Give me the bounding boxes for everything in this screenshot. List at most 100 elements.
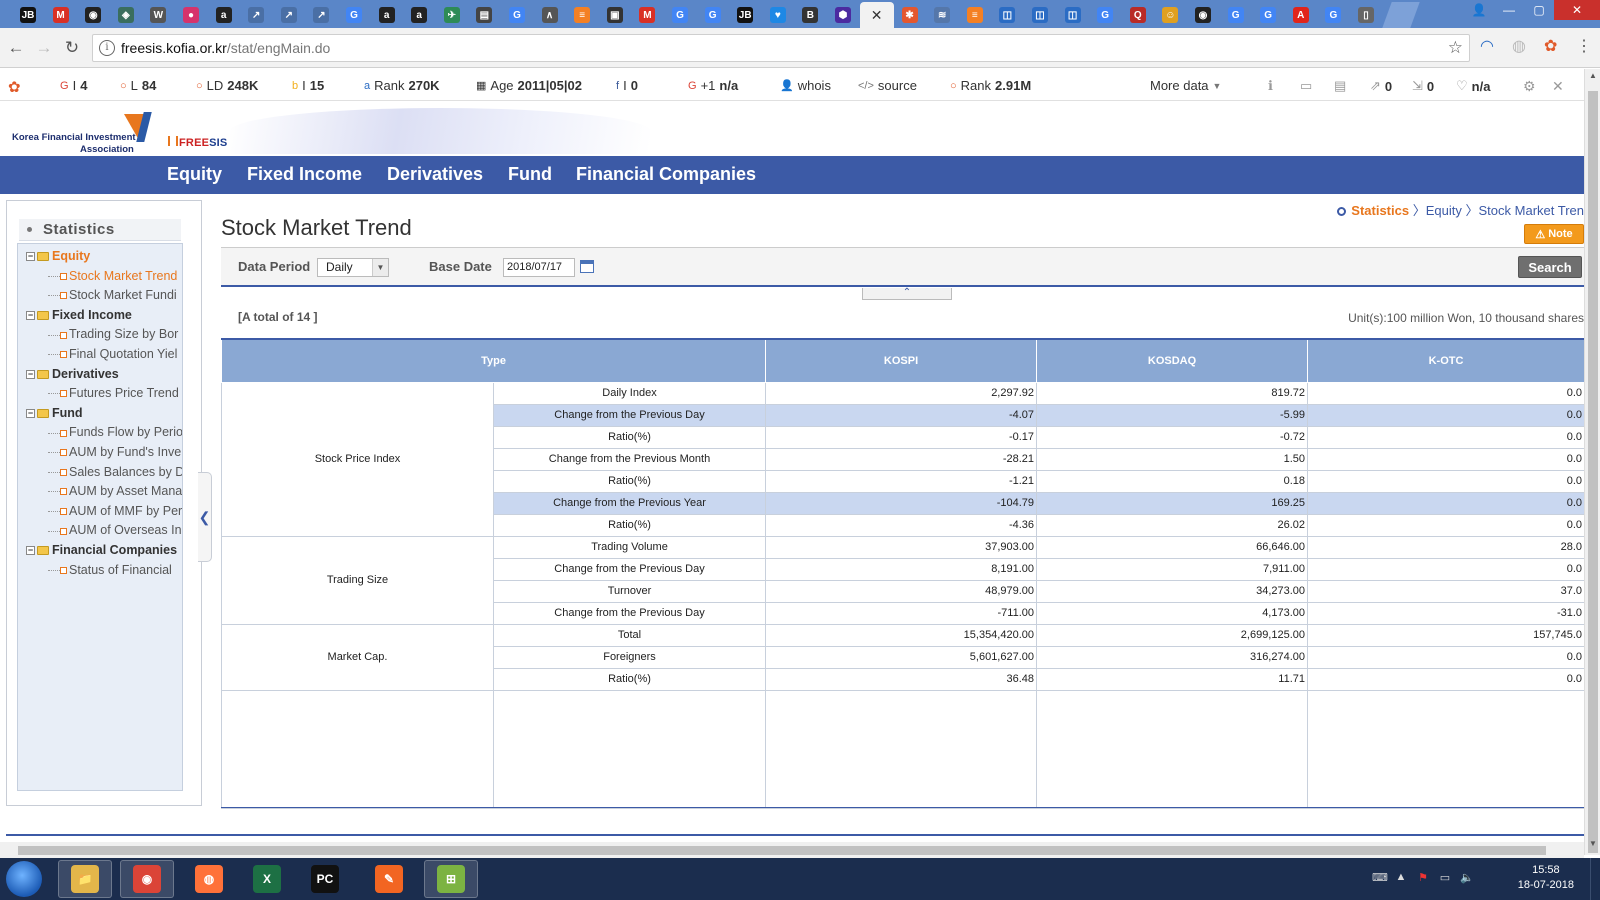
browser-tab[interactable]: ◈ [110, 2, 142, 28]
breadcrumb-equity[interactable]: Equity [1426, 203, 1462, 218]
base-date-input[interactable]: 2018/07/17 [503, 258, 575, 277]
seo-logo-icon[interactable]: ✿ [8, 78, 21, 96]
tree-leaf[interactable]: Stock Market Trend [48, 266, 177, 286]
seo-info[interactable]: ℹ [1268, 78, 1273, 94]
browser-tab[interactable]: ◉ [77, 2, 109, 28]
flag-icon[interactable]: ⚑ [1416, 871, 1430, 885]
browser-tab[interactable]: a [403, 2, 435, 28]
seo-source[interactable]: </> source [858, 78, 917, 93]
browser-tab[interactable]: JB [729, 2, 761, 28]
browser-tab[interactable]: JB [12, 2, 44, 28]
menu-dots-icon[interactable]: ⋮ [1576, 36, 1592, 56]
reload-icon[interactable]: ↻ [62, 38, 82, 58]
scroll-down-icon[interactable]: ▼ [1585, 839, 1600, 853]
kofia-logo[interactable]: Korea Financial Investment Association [12, 112, 162, 156]
sidebar-collapse-button[interactable]: ❮ [198, 472, 212, 562]
browser-tab[interactable]: ≋ [926, 2, 958, 28]
browser-tab[interactable]: ▯ [1350, 2, 1382, 28]
browser-tab[interactable]: G [501, 2, 533, 28]
calendar-icon[interactable] [580, 260, 594, 273]
browser-tab[interactable]: ▤ [468, 2, 500, 28]
extension-seo-icon[interactable]: ✿ [1544, 36, 1557, 56]
browser-tab[interactable]: ♥ [762, 2, 794, 28]
browser-tab[interactable]: ↗ [273, 2, 305, 28]
browser-tab[interactable]: G [1252, 2, 1284, 28]
tree-leaf[interactable]: AUM by Fund's Inve [48, 442, 181, 462]
tree-leaf[interactable]: Stock Market Fundi [48, 285, 177, 305]
breadcrumb-statistics[interactable]: Statistics [1351, 203, 1409, 218]
search-button[interactable]: Search [1518, 256, 1582, 278]
browser-tab[interactable]: ◫ [991, 2, 1023, 28]
seo-google-plus[interactable]: G +1 n/a [688, 78, 738, 93]
column-header-type[interactable]: Type [220, 338, 767, 383]
browser-tab[interactable]: ↗ [240, 2, 272, 28]
close-icon[interactable]: ✕ [1552, 78, 1564, 95]
active-browser-tab[interactable]: ✕ [859, 2, 894, 28]
column-header-kotc[interactable]: K-OTC [1307, 338, 1586, 383]
browser-tab[interactable]: a [208, 2, 240, 28]
volume-icon[interactable]: 🔈 [1460, 871, 1474, 885]
nav-fund[interactable]: Fund [508, 164, 552, 185]
tree-category[interactable]: − Derivatives [26, 364, 119, 384]
taskbar-terminal-app[interactable]: ⊞ [424, 860, 478, 898]
seo-linking-domains[interactable]: ○ LD 248K [196, 78, 258, 93]
browser-tab[interactable]: B [794, 2, 826, 28]
browser-tab[interactable]: G [1089, 2, 1121, 28]
seo-whois[interactable]: 👤 whois [780, 78, 831, 93]
browser-tab[interactable]: ☺ [1154, 2, 1186, 28]
breadcrumb-current[interactable]: Stock Market Tren [1479, 203, 1584, 218]
bookmark-star-icon[interactable]: ☆ [1448, 38, 1463, 58]
tree-leaf[interactable]: Sales Balances by D [48, 462, 182, 482]
minimize-button[interactable]: — [1494, 0, 1524, 20]
browser-tab[interactable]: A [1285, 2, 1317, 28]
seo-links[interactable]: ○ L 84 [120, 78, 156, 93]
seo-external-links[interactable]: ⇗ 0 [1370, 78, 1392, 94]
browser-tab[interactable]: ▣ [599, 2, 631, 28]
show-desktop-button[interactable] [1590, 858, 1600, 900]
taskbar-pycharm[interactable]: PC [298, 860, 352, 898]
collapse-minus-icon[interactable]: − [26, 252, 35, 262]
new-tab-button[interactable] [1381, 2, 1420, 28]
taskbar-pen-app[interactable]: ✎ [362, 860, 416, 898]
tree-leaf[interactable]: Status of Financial [48, 560, 172, 580]
nav-financial-companies[interactable]: Financial Companies [576, 164, 756, 185]
url-text[interactable]: freesis.kofia.or.kr/stat/engMain.do [121, 40, 330, 56]
collapse-minus-icon[interactable]: − [26, 546, 35, 556]
profile-icon[interactable]: 👤 [1464, 0, 1494, 20]
nav-fixed-income[interactable]: Fixed Income [247, 164, 362, 185]
extension-gray-icon[interactable]: ◍ [1512, 36, 1526, 56]
seo-google-index[interactable]: GI4 [60, 78, 87, 93]
seo-display[interactable]: ▭ [1300, 78, 1312, 94]
extension-wave-icon[interactable]: ◠ [1480, 36, 1494, 56]
collapse-minus-icon[interactable]: − [26, 369, 35, 379]
tree-category[interactable]: − Fixed Income [26, 305, 132, 325]
browser-tab[interactable]: ⬢ [827, 2, 859, 28]
browser-tab[interactable]: ● [175, 2, 207, 28]
keyboard-icon[interactable]: ⌨ [1372, 871, 1388, 885]
browser-tab[interactable]: ↗ [305, 2, 337, 28]
collapse-minus-icon[interactable]: − [26, 409, 35, 418]
tree-leaf[interactable]: AUM of Overseas In [48, 520, 182, 540]
start-button[interactable] [6, 861, 42, 897]
tray-expand-icon[interactable]: ▲ [1394, 871, 1408, 885]
gear-icon[interactable]: ⚙ [1523, 78, 1536, 95]
taskbar-chrome[interactable]: ◉ [120, 860, 174, 898]
tree-leaf[interactable]: Futures Price Trend [48, 383, 179, 403]
network-icon[interactable]: ▭ [1438, 871, 1452, 885]
seo-semrush-rank[interactable]: ○ Rank 2.91M [950, 78, 1031, 93]
horizontal-scrollbar[interactable] [0, 842, 1584, 858]
taskbar-firefox[interactable]: ◍ [182, 860, 236, 898]
seo-domain-age[interactable]: ▦ Age 2011|05|02 [476, 78, 582, 93]
vertical-scrollbar[interactable]: ▲ ▼ [1584, 69, 1600, 855]
seo-page[interactable]: ▤ [1334, 78, 1346, 94]
nav-derivatives[interactable]: Derivatives [387, 164, 483, 185]
seo-heart[interactable]: ♡ n/a [1456, 78, 1490, 94]
browser-tab[interactable]: Q [1122, 2, 1154, 28]
column-header-kosdaq[interactable]: KOSDAQ [1036, 338, 1309, 383]
site-info-icon[interactable]: i [99, 40, 115, 56]
seo-bing-index[interactable]: b I 15 [292, 78, 324, 93]
freesis-logo[interactable]: FREESIS [168, 136, 227, 149]
window-close-button[interactable]: ✕ [1554, 0, 1600, 20]
taskbar-excel[interactable]: X [240, 860, 294, 898]
seo-internal-links[interactable]: ⇲ 0 [1412, 78, 1434, 94]
